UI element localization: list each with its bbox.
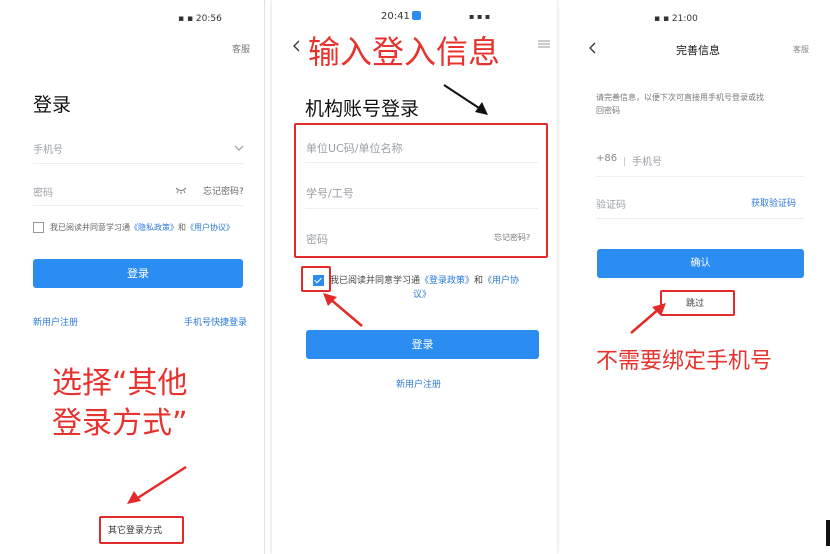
divider [33,205,243,206]
divider [305,208,538,209]
country-code[interactable]: +86 [596,153,617,164]
hint-text: 回密码 [596,106,620,115]
login-button[interactable]: 登录 [33,259,243,288]
skip-link[interactable]: 跳过 [686,296,704,309]
annotation-arrow-icon [630,303,666,334]
password-input[interactable]: 密码 [33,184,53,199]
code-input[interactable]: 验证码 [596,196,626,211]
user-agreement-link[interactable]: 《用户协议》 [186,223,234,232]
annotation-text: 选择“其他 [52,366,188,401]
user-agreement-link[interactable]: 《用户协 [483,276,519,286]
status-bar: ▪ ▪ ▪ [469,12,491,21]
status-bar: ▪ ▪ 21:00 [654,14,698,24]
forgot-password-link[interactable]: 忘记密码? [203,184,244,197]
login-button[interactable]: 登录 [306,330,539,359]
eye-closed-icon[interactable] [175,186,187,194]
forgot-password-link[interactable]: 忘记密码? [494,232,530,243]
annotation-text: 不需要绑定手机号 [596,349,773,374]
notification-icon [412,11,421,20]
org-login-screen: 20:41 ▪ ▪ ▪ 输入登入信息 机构账号登录 单位UC码/单位名称 学号/… [272,0,557,554]
checkbox-icon[interactable] [313,275,324,286]
status-bar: ▪ ▪ 20:56 [178,14,222,24]
service-link[interactable]: 客服 [232,42,250,55]
chevron-down-icon[interactable] [234,144,244,152]
annotation-text: 输入登入信息 [308,33,501,71]
edge-marker [826,520,830,546]
status-time: 20:41 [381,11,410,22]
back-arrow-icon[interactable] [292,40,300,52]
unit-input[interactable]: 单位UC码/单位名称 [306,140,402,156]
login-policy-link[interactable]: 《登录政策》 [420,276,474,286]
complete-info-screen: ▪ ▪ 21:00 完善信息 客服 请完善信息，以便下次可直接用手机号登录或找 … [568,0,830,554]
phone-input[interactable]: 手机号 [632,153,662,168]
get-code-button[interactable]: 获取验证码 [751,196,796,209]
other-login-link[interactable]: 其它登录方式 [108,523,162,536]
user-agreement-link[interactable]: 议》 [413,287,431,300]
page-title: 机构账号登录 [305,98,420,120]
back-arrow-icon[interactable] [588,42,596,54]
checkbox-icon[interactable] [33,222,44,233]
service-link[interactable]: 客服 [793,44,809,55]
divider [596,176,804,177]
divider [305,162,538,163]
annotation-arrow-icon [127,465,187,504]
page-title: 完善信息 [676,44,720,57]
login-screen: ▪ ▪ 20:56 客服 登录 手机号 密码 忘记密码? 我已阅读并同意学习通《… [0,0,265,554]
agreement-row: 我已阅读并同意学习通《登录政策》和《用户协 [313,273,519,286]
privacy-link[interactable]: 《隐私政策》 [130,223,178,232]
password-input[interactable]: 密码 [306,231,328,247]
annotation-text: 登录方式” [52,406,188,441]
agreement-row: 我已阅读并同意学习通《隐私政策》和《用户协议》 [33,222,234,233]
quick-login-link[interactable]: 手机号快捷登录 [184,315,247,328]
divider [624,157,625,166]
annotation-arrow-icon [323,293,363,327]
page-title: 登录 [33,94,72,116]
register-link[interactable]: 新用户注册 [396,377,441,390]
phone-input[interactable]: 手机号 [33,141,63,156]
hint-text: 请完善信息，以便下次可直接用手机号登录或找 [596,93,764,102]
menu-icon[interactable] [538,40,550,48]
annotation-arrow-icon [443,84,488,115]
student-id-input[interactable]: 学号/工号 [306,185,354,201]
divider [33,163,243,164]
divider [596,218,804,219]
register-link[interactable]: 新用户注册 [33,315,78,328]
confirm-button[interactable]: 确认 [597,249,804,278]
